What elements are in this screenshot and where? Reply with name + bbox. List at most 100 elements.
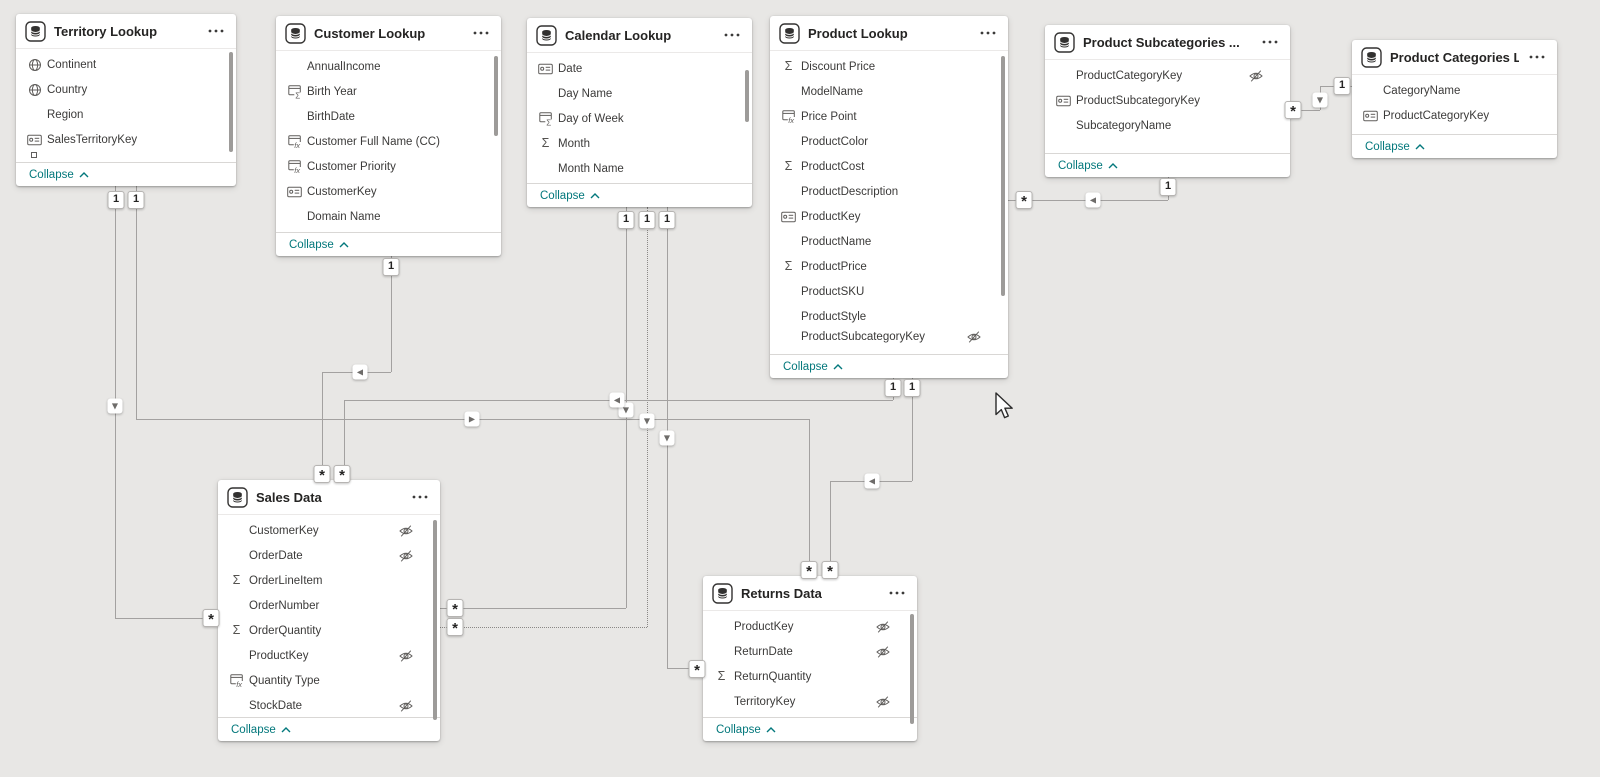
cardinality-badge[interactable]: 1 — [108, 191, 125, 209]
model-view-canvas[interactable]: Territory LookupContinentCountryRegionSa… — [0, 0, 1600, 777]
more-options-icon[interactable] — [1260, 38, 1280, 46]
field-row[interactable]: AnnualIncome — [276, 54, 501, 79]
table-card-calendar-lookup[interactable]: Calendar LookupDateDay NameΣDay of WeekΣ… — [527, 18, 752, 207]
cardinality-badge[interactable]: 1 — [1160, 178, 1177, 196]
field-row[interactable]: ProductSKU — [770, 279, 1008, 304]
field-row[interactable]: SalesTerritoryKey — [16, 127, 236, 152]
cardinality-badge[interactable]: 1 — [885, 379, 902, 397]
cardinality-badge[interactable]: * — [822, 561, 839, 579]
more-options-icon[interactable] — [206, 27, 226, 35]
table-card-territory-lookup[interactable]: Territory LookupContinentCountryRegionSa… — [16, 14, 236, 186]
scrollbar-thumb[interactable] — [433, 520, 437, 720]
relationship-line[interactable] — [136, 186, 137, 419]
field-row[interactable]: ProductCategoryKey — [1352, 103, 1557, 128]
field-row[interactable]: Month Name — [527, 156, 752, 181]
cardinality-badge[interactable]: * — [203, 609, 220, 627]
field-row[interactable]: Country — [16, 77, 236, 102]
field-row[interactable]: ΣProductPrice — [770, 254, 1008, 279]
more-options-icon[interactable] — [410, 493, 430, 501]
table-card-sales-data[interactable]: Sales DataCustomerKeyOrderDateΣOrderLine… — [218, 480, 440, 741]
filter-direction-down-icon[interactable]: ▼ — [1313, 93, 1328, 108]
scrollbar-thumb[interactable] — [494, 56, 498, 136]
field-row[interactable]: fxPrice Point — [770, 104, 1008, 129]
cardinality-badge[interactable]: 1 — [128, 191, 145, 209]
cardinality-badge[interactable]: * — [334, 465, 351, 483]
field-row[interactable]: OrderNumber — [218, 593, 440, 618]
relationship-line[interactable] — [440, 627, 647, 628]
field-row[interactable]: ProductColor — [770, 129, 1008, 154]
field-row[interactable] — [16, 152, 236, 161]
field-row[interactable]: ΣReturnQuantity — [703, 664, 917, 689]
more-options-icon[interactable] — [1527, 53, 1547, 61]
cardinality-badge[interactable]: * — [314, 465, 331, 483]
field-row[interactable]: ProductSubcategoryKey — [770, 329, 1008, 345]
field-row[interactable]: ProductStyle — [770, 304, 1008, 329]
more-options-icon[interactable] — [887, 589, 907, 597]
cardinality-badge[interactable]: * — [689, 660, 706, 678]
field-row[interactable]: ΣOrderQuantity — [218, 618, 440, 643]
field-row[interactable]: ΣMonth — [527, 131, 752, 156]
collapse-link[interactable]: Collapse — [783, 361, 843, 373]
relationship-line[interactable] — [322, 372, 323, 480]
cardinality-badge[interactable]: 1 — [383, 258, 400, 276]
table-card-product-lookup[interactable]: Product LookupΣDiscount PriceModelNamefx… — [770, 16, 1008, 378]
filter-direction-down-icon[interactable]: ▼ — [660, 431, 675, 446]
cardinality-badge[interactable]: * — [801, 561, 818, 579]
field-row[interactable]: ProductKey — [770, 204, 1008, 229]
field-row[interactable]: ProductName — [770, 229, 1008, 254]
relationship-line[interactable] — [809, 419, 810, 576]
field-row[interactable]: ProductKey — [703, 614, 917, 639]
field-row[interactable]: BirthDate — [276, 104, 501, 129]
field-row[interactable]: ΣProductCost — [770, 154, 1008, 179]
field-row[interactable]: Continent — [16, 52, 236, 77]
cardinality-badge[interactable]: * — [1285, 101, 1302, 119]
collapse-link[interactable]: Collapse — [289, 239, 349, 251]
cardinality-badge[interactable]: * — [447, 618, 464, 636]
scrollbar-thumb[interactable] — [1001, 56, 1005, 296]
field-row[interactable]: CategoryName — [1352, 78, 1557, 103]
more-options-icon[interactable] — [471, 29, 491, 37]
field-row[interactable]: ProductCategoryKey — [1045, 63, 1290, 88]
field-row[interactable]: Domain Name — [276, 204, 501, 229]
field-row[interactable]: ProductSubcategoryKey — [1045, 88, 1290, 113]
field-row[interactable]: OrderDate — [218, 543, 440, 568]
filter-direction-left-icon[interactable]: ◀ — [353, 365, 368, 380]
field-row[interactable]: ModelName — [770, 79, 1008, 104]
cardinality-badge[interactable]: * — [447, 599, 464, 617]
cardinality-badge[interactable]: 1 — [618, 211, 635, 229]
field-row[interactable]: TerritoryKey — [703, 689, 917, 714]
field-row[interactable]: ΣOrderLineItem — [218, 568, 440, 593]
relationship-line[interactable] — [440, 608, 626, 609]
cardinality-badge[interactable]: * — [1016, 191, 1033, 209]
field-row[interactable]: fxCustomer Priority — [276, 154, 501, 179]
filter-direction-left-icon[interactable]: ◀ — [865, 474, 880, 489]
cardinality-badge[interactable]: 1 — [904, 379, 921, 397]
collapse-link[interactable]: Collapse — [1365, 141, 1425, 153]
field-row[interactable]: fxCustomer Full Name (CC) — [276, 129, 501, 154]
field-row[interactable]: Region — [16, 102, 236, 127]
cardinality-badge[interactable]: 1 — [1334, 77, 1351, 95]
collapse-link[interactable]: Collapse — [1058, 160, 1118, 172]
field-row[interactable]: Day Name — [527, 81, 752, 106]
field-row[interactable]: ΣDiscount Price — [770, 54, 1008, 79]
collapse-link[interactable]: Collapse — [716, 724, 776, 736]
field-row[interactable]: SubcategoryName — [1045, 113, 1290, 138]
filter-direction-down-icon[interactable]: ▼ — [640, 414, 655, 429]
scrollbar-thumb[interactable] — [910, 614, 914, 724]
field-row[interactable]: ProductKey — [218, 643, 440, 668]
field-row[interactable]: ΣBirth Year — [276, 79, 501, 104]
table-card-customer-lookup[interactable]: Customer LookupAnnualIncomeΣBirth YearBi… — [276, 16, 501, 256]
scrollbar-thumb[interactable] — [229, 52, 233, 152]
field-row[interactable]: CustomerKey — [276, 179, 501, 204]
collapse-link[interactable]: Collapse — [231, 724, 291, 736]
more-options-icon[interactable] — [978, 29, 998, 37]
table-card-returns-data[interactable]: Returns DataProductKeyReturnDateΣReturnQ… — [703, 576, 917, 741]
filter-direction-right-icon[interactable]: ▶ — [465, 412, 480, 427]
field-row[interactable]: ReturnDate — [703, 639, 917, 664]
field-row[interactable]: StockDate — [218, 693, 440, 717]
filter-direction-left-icon[interactable]: ◀ — [1086, 193, 1101, 208]
field-row[interactable]: Date — [527, 56, 752, 81]
table-card-product-subcategories[interactable]: Product Subcategories ...ProductCategory… — [1045, 25, 1290, 177]
collapse-link[interactable]: Collapse — [29, 169, 89, 181]
table-card-product-categories-loo[interactable]: Product Categories Loo...CategoryNamePro… — [1352, 40, 1557, 158]
